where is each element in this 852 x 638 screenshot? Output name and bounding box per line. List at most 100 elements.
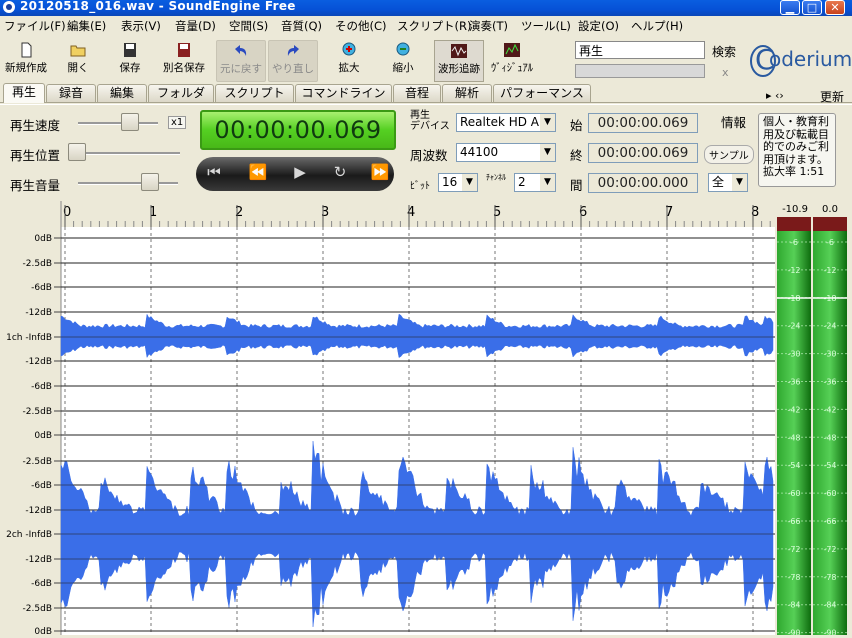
menu-view[interactable]: 表示(V) [121,18,161,34]
level-meter: -10.9 0.0 -6 -6 -12 -12 -18 -18 -24 -24 -30 -30 -36-… [775,201,852,638]
play-button[interactable]: ▶ [288,163,312,181]
menu-volume[interactable]: 音量(D) [175,18,216,34]
meter-scale-label: -60 [787,489,800,498]
chevron-down-icon: ▼ [540,114,555,131]
search-button[interactable]: 検索 [712,43,736,60]
meter-scale-label: -48 [823,433,836,442]
redo-icon [287,45,299,56]
channel-label: ﾁｬﾝﾈﾙ [486,173,506,182]
maximize-button[interactable]: □ [802,0,822,15]
menu-file[interactable]: ファイル(F) [4,18,66,34]
coderium-logo: C oderium [749,41,852,79]
position-slider-track[interactable] [70,152,180,155]
sample-toggle[interactable]: サンプル [704,145,754,164]
loop-button[interactable]: ↻ [328,163,352,181]
open-button[interactable]: 開く [54,40,102,80]
db-label: -6dB [31,382,52,392]
save-button[interactable]: 保存 [106,40,154,80]
tab-play[interactable]: 再生 [3,83,45,103]
zoom-out-icon [396,42,410,56]
device-dropdown[interactable]: Realtek HD A ▼ [456,113,556,132]
meter-scale-label: -60 [823,489,836,498]
minimize-button[interactable]: ▁ [780,0,800,15]
db-label: 0dB [34,627,52,635]
meter-scale-label: -84 [787,601,800,610]
zoom-in-button[interactable]: 拡大 [325,40,373,80]
redo-button[interactable]: やり直し [268,40,318,82]
tab-performance[interactable]: パフォーマンス [493,84,591,102]
position-label: 再生位置 [10,148,61,163]
menu-script[interactable]: スクリプト(R) [397,18,471,34]
folder-icon [70,45,86,57]
skip-start-button[interactable]: ⏮ [202,163,226,181]
device-label: 再生 デバイス [410,110,450,132]
new-button[interactable]: 新規作成 [2,40,50,80]
speed-multiplier[interactable]: x1 [168,116,187,129]
bit-dropdown[interactable]: 16 ▼ [438,173,478,192]
meter-scale-label: -24 [823,322,836,331]
save-as-button[interactable]: 別名保存 [160,40,208,80]
db-label: -6dB [31,283,52,293]
rewind-button[interactable]: ⏪ [246,163,270,181]
wave-follow-button[interactable]: 波形追跡 [434,40,484,82]
start-time-field[interactable]: 00:00:00.069 [588,113,698,133]
tab-script[interactable]: スクリプト [215,84,294,102]
info-label: 情報 [721,115,747,130]
volume-slider-knob[interactable] [141,173,159,191]
meter-scale-label: -72 [823,545,836,554]
tab-folder[interactable]: フォルダ [148,84,214,102]
channel-dropdown[interactable]: 2 ▼ [514,173,556,192]
tab-commandline[interactable]: コマンドライン [295,84,392,102]
floppy-edit-icon [178,43,190,57]
visual-button[interactable]: ｳﾞｨｼﾞｭｱﾙ [488,40,536,80]
info-box: 個人・教育利用及び転載目的でのみご利用頂けます。 拡大率 1:51 [758,113,836,187]
chevron-down-icon: ▼ [462,174,477,191]
db-label: -6dB [31,481,52,491]
meter-scale-label: -66 [787,517,800,526]
zoom-out-button[interactable]: 縮小 [379,40,427,80]
tab-pitch[interactable]: 音程 [393,84,441,102]
meter-scale-label: -54 [787,461,800,470]
timeline-tick-label: 3 [321,205,329,220]
menu-edit[interactable]: 編集(E) [67,18,106,34]
clear-search-button[interactable]: x [722,66,729,79]
db-label: -12dB [25,357,52,367]
menu-quality[interactable]: 音質(Q) [281,18,322,34]
meter-scale-label: -42 [823,405,836,414]
tab-scroll-arrows[interactable]: ▸ ‹› [766,89,784,102]
level-meter-canvas: -10.9 0.0-6 -6-12 -12-18 -18-24 -24-30 -30-36-… [777,204,847,638]
timeline-tick-label: 0 [63,205,71,220]
waveform-view[interactable]: 0 1 2 3 4 5 6 7 8 0dB -2.5dB -6dB -12dB 1ch -InfdB -12… [0,201,775,637]
tab-edit[interactable]: 編集 [97,84,147,102]
menu-other[interactable]: その他(C) [335,18,387,34]
menu-help[interactable]: ヘルプ(H) [631,18,683,34]
search-input[interactable]: 再生 [575,41,705,59]
timeline-tick-label: 4 [407,205,415,220]
waveform-canvas[interactable]: 0 1 2 3 4 5 6 7 8 0dB -2.5dB -6dB -12dB 1ch -InfdB -12… [0,201,775,637]
close-button[interactable]: ✕ [825,0,845,15]
time-display: 00:00:00.069 [200,110,396,150]
end-time-field[interactable]: 00:00:00.069 [588,143,698,163]
menu-settings[interactable]: 設定(O) [578,18,619,34]
speed-slider-knob[interactable] [121,113,139,131]
left-peak-value: -10.9 [782,204,808,215]
freq-dropdown[interactable]: 44100 ▼ [456,143,556,162]
tab-record[interactable]: 録音 [46,84,96,102]
app-icon[interactable] [3,1,15,13]
unit-dropdown[interactable]: 全 ▼ [708,173,748,192]
update-button[interactable]: 更新 [820,88,844,105]
meter-scale-label: -30 [823,350,836,359]
menu-tools[interactable]: ツール(L) [521,18,571,34]
timeline-tick-label: 2 [235,205,243,220]
undo-button[interactable]: 元に戻す [216,40,266,82]
right-clip-indicator [813,217,847,231]
tab-analysis[interactable]: 解析 [442,84,492,102]
speed-slider-track[interactable] [78,122,158,125]
position-slider-knob[interactable] [68,143,86,161]
fast-forward-button[interactable]: ⏩ [368,163,392,181]
search-results-field[interactable] [575,64,705,78]
volume-slider-track[interactable] [78,182,178,185]
menu-space[interactable]: 空間(S) [229,18,268,34]
length-time-field[interactable]: 00:00:00.000 [588,173,698,193]
menu-play[interactable]: 演奏(T) [469,18,508,34]
